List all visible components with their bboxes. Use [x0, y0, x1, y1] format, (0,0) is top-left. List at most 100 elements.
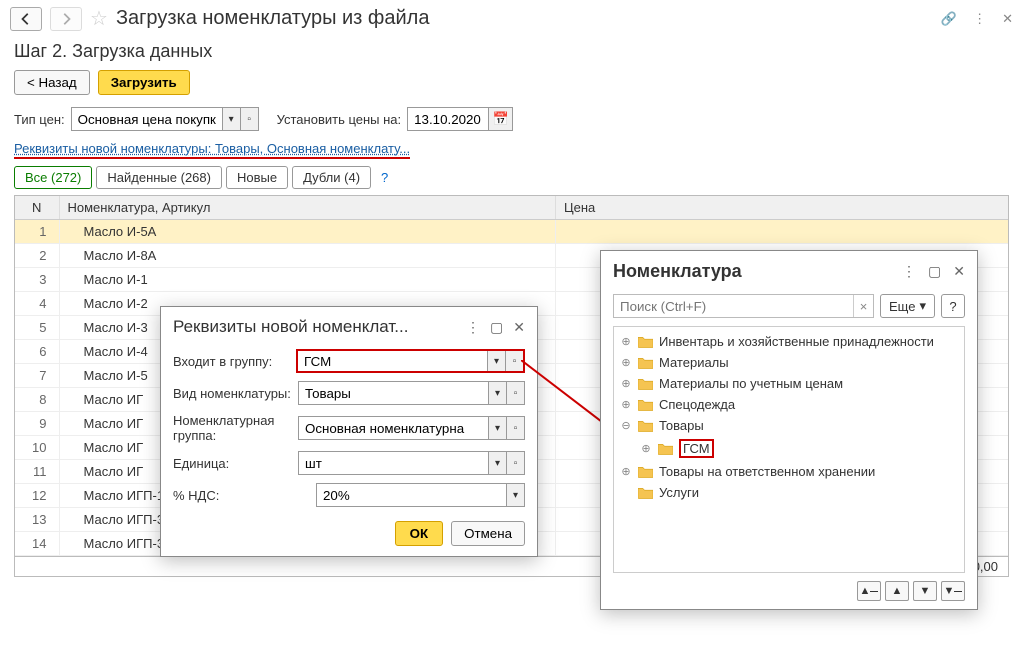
nomgroup-label: Номенклатурная группа:: [173, 413, 292, 443]
expander-icon[interactable]: ⊕: [620, 356, 632, 369]
back-button[interactable]: < Назад: [14, 70, 90, 95]
chevron-down-icon[interactable]: ▾: [488, 417, 506, 439]
chevron-down-icon[interactable]: ▾: [506, 484, 524, 506]
search-box[interactable]: ×: [613, 294, 874, 318]
menu-icon[interactable]: ⋮: [973, 11, 986, 27]
cell-name: Масло И-8А: [59, 244, 556, 268]
menu-icon[interactable]: ⋮: [902, 263, 916, 280]
group-combo[interactable]: ▾ ▫: [296, 349, 525, 373]
date-field[interactable]: 📅: [407, 107, 513, 131]
nomgroup-combo[interactable]: ▾ ▫: [298, 416, 525, 440]
requisites-dialog: Реквизиты новой номенклат... ⋮ ▢ ✕ Входи…: [160, 306, 538, 557]
price-type-combo[interactable]: ▾ ▫: [71, 107, 259, 131]
open-icon[interactable]: ▫: [506, 382, 524, 404]
tab-all[interactable]: Все (272): [14, 166, 92, 189]
tree-item[interactable]: Услуги: [614, 482, 964, 503]
col-n[interactable]: N: [15, 196, 59, 220]
folder-icon: [638, 378, 653, 390]
col-price[interactable]: Цена: [556, 196, 1009, 220]
more-button[interactable]: Еще ▾: [880, 294, 935, 318]
type-combo[interactable]: ▾ ▫: [298, 381, 525, 405]
price-type-input[interactable]: [72, 108, 222, 130]
chevron-down-icon[interactable]: ▾: [487, 351, 505, 371]
forward-nav-button[interactable]: [50, 7, 82, 31]
close-icon[interactable]: ✕: [513, 319, 525, 336]
back-nav-button[interactable]: [10, 7, 42, 31]
load-button[interactable]: Загрузить: [98, 70, 190, 95]
col-name[interactable]: Номенклатура, Артикул: [59, 196, 556, 220]
set-price-label: Установить цены на:: [277, 112, 402, 127]
folder-icon: [638, 357, 653, 369]
close-icon[interactable]: ✕: [1002, 11, 1013, 27]
group-input[interactable]: [298, 351, 487, 371]
expander-icon[interactable]: ⊕: [620, 465, 632, 478]
open-icon[interactable]: ▫: [506, 452, 524, 474]
vat-combo[interactable]: ▾: [316, 483, 525, 507]
help-icon[interactable]: ?: [381, 170, 388, 185]
cell-price: [556, 220, 1009, 244]
open-icon[interactable]: ▫: [506, 417, 524, 439]
cell-n: 12: [15, 484, 59, 508]
cancel-button[interactable]: Отмена: [451, 521, 525, 546]
tree-item[interactable]: ⊕Инвентарь и хозяйственные принадлежност…: [614, 331, 964, 352]
scroll-up-icon[interactable]: ▲: [885, 581, 909, 601]
expander-icon[interactable]: ⊕: [620, 377, 632, 390]
chevron-down-icon[interactable]: ▾: [488, 452, 506, 474]
tree-item[interactable]: ⊕ Товары на ответственном хранении: [614, 461, 964, 482]
tree-item-label: Спецодежда: [659, 397, 735, 412]
tree-item[interactable]: ⊕Материалы по учетным ценам: [614, 373, 964, 394]
help-button[interactable]: ?: [941, 294, 965, 318]
unit-combo[interactable]: ▾ ▫: [298, 451, 525, 475]
expander-icon[interactable]: ⊖: [620, 419, 632, 432]
close-icon[interactable]: ✕: [953, 263, 965, 280]
tree-item-label: Материалы: [659, 355, 729, 370]
unit-input[interactable]: [299, 452, 488, 474]
cell-n: 10: [15, 436, 59, 460]
ok-button[interactable]: ОК: [395, 521, 444, 546]
nomenclature-picker: Номенклатура ⋮ ▢ ✕ × Еще ▾ ? ⊕Инвентарь …: [600, 250, 978, 610]
scroll-bottom-icon[interactable]: ▼: [941, 581, 965, 601]
vat-input[interactable]: [317, 484, 506, 506]
cell-n: 6: [15, 340, 59, 364]
tree-item[interactable]: ⊕ГСМ: [614, 436, 964, 461]
tab-duplicates[interactable]: Дубли (4): [292, 166, 371, 189]
expander-icon[interactable]: ⊕: [620, 335, 632, 348]
chevron-down-icon: ▾: [919, 298, 926, 314]
tab-new[interactable]: Новые: [226, 166, 288, 189]
cell-n: 11: [15, 460, 59, 484]
tab-found[interactable]: Найденные (268): [96, 166, 222, 189]
requisites-link[interactable]: Реквизиты новой номенклатуры: Товары, Ос…: [14, 141, 410, 159]
tree-item[interactable]: ⊕ Спецодежда: [614, 394, 964, 415]
search-input[interactable]: [614, 295, 853, 317]
date-input[interactable]: [408, 108, 488, 130]
scroll-top-icon[interactable]: ▲: [857, 581, 881, 601]
chevron-down-icon[interactable]: ▾: [222, 108, 240, 130]
nomenclature-tree[interactable]: ⊕Инвентарь и хозяйственные принадлежност…: [613, 326, 965, 573]
tree-item[interactable]: ⊕ Материалы: [614, 352, 964, 373]
menu-icon[interactable]: ⋮: [466, 319, 480, 336]
open-icon[interactable]: ▫: [505, 351, 523, 371]
tree-item-label: Товары на ответственном хранении: [659, 464, 875, 479]
tree-item[interactable]: ⊖Товары: [614, 415, 964, 436]
star-icon[interactable]: ☆: [90, 6, 108, 31]
vat-label: % НДС:: [173, 488, 310, 503]
folder-icon: [638, 487, 653, 499]
expander-icon[interactable]: ⊕: [640, 442, 652, 455]
nomgroup-input[interactable]: [299, 417, 488, 439]
maximize-icon[interactable]: ▢: [928, 263, 941, 280]
cell-n: 1: [15, 220, 59, 244]
subtitle: Шаг 2. Загрузка данных: [0, 37, 1023, 70]
open-icon[interactable]: ▫: [240, 108, 258, 130]
cell-n: 4: [15, 292, 59, 316]
link-icon[interactable]: 🔗: [941, 11, 957, 27]
chevron-down-icon[interactable]: ▾: [488, 382, 506, 404]
type-input[interactable]: [299, 382, 488, 404]
folder-icon: [658, 443, 673, 455]
expander-icon[interactable]: ⊕: [620, 398, 632, 411]
maximize-icon[interactable]: ▢: [490, 319, 503, 336]
clear-icon[interactable]: ×: [853, 295, 873, 317]
group-label: Входит в группу:: [173, 354, 290, 369]
calendar-icon[interactable]: 📅: [488, 108, 512, 130]
table-row[interactable]: 1Масло И-5А: [15, 220, 1008, 244]
scroll-down-icon[interactable]: ▼: [913, 581, 937, 601]
